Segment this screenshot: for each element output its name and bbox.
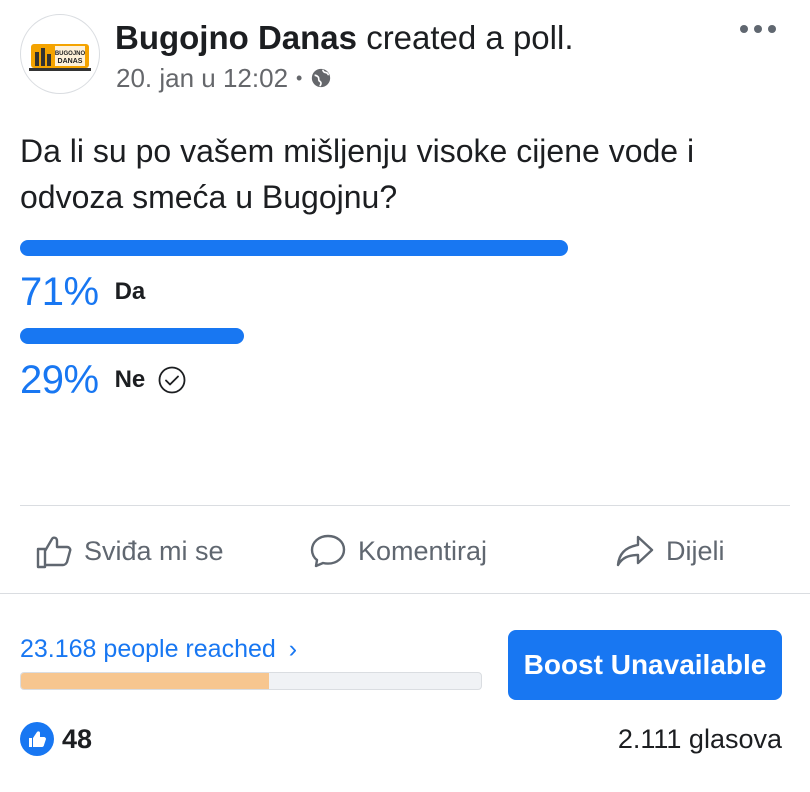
meta-separator: • <box>296 68 303 88</box>
share-button[interactable]: Dijeli <box>614 528 725 574</box>
thumbs-up-icon <box>36 536 72 569</box>
thumbs-up-icon <box>29 731 46 747</box>
more-options-button[interactable] <box>736 16 780 42</box>
like-button[interactable]: Sviđa mi se <box>34 528 224 574</box>
poll-bar-track-da <box>20 240 568 256</box>
comment-icon <box>310 534 346 568</box>
reaction-count[interactable]: 48 <box>62 722 92 756</box>
poll-bar-track-ne <box>20 328 568 344</box>
check-circle-icon <box>158 366 186 394</box>
page-avatar[interactable]: BUGOJNO DANAS <box>20 14 100 94</box>
post-timestamp[interactable]: 20. jan u 12:02 <box>116 62 288 94</box>
more-dot <box>768 25 776 33</box>
globe-icon[interactable] <box>310 67 332 89</box>
like-button-label: Sviđa mi se <box>84 535 224 566</box>
divider <box>20 505 790 506</box>
post-action-text: created a poll. <box>366 19 574 56</box>
page-logo: BUGOJNO DANAS <box>29 44 91 71</box>
poll-label-da: Da <box>114 278 146 305</box>
section-divider <box>0 593 810 594</box>
reach-progress-fill <box>21 673 270 689</box>
post-header: Bugojno Danas created a poll. <box>115 18 574 58</box>
reach-progress-bar <box>20 672 482 690</box>
poll-option-da[interactable]: 71% Da <box>20 270 145 314</box>
like-reaction-icon[interactable] <box>20 722 54 756</box>
more-dot <box>740 25 748 33</box>
poll-option-ne[interactable]: 29% Ne <box>20 358 187 402</box>
page-name-link[interactable]: Bugojno Danas <box>115 19 357 56</box>
post-meta: 20. jan u 12:02 • <box>116 62 332 94</box>
poll-bar-ne <box>20 328 244 344</box>
poll-percent-da: 71% <box>20 270 99 314</box>
people-reached-text: 23.168 people reached <box>20 635 276 663</box>
svg-text:DANAS: DANAS <box>58 58 83 65</box>
chevron-right-icon: › <box>288 635 298 663</box>
more-dot <box>754 25 762 33</box>
poll-percent-ne: 29% <box>20 358 99 402</box>
comment-button[interactable]: Komentiraj <box>308 528 487 574</box>
people-reached-link[interactable]: 23.168 people reached › <box>20 632 297 666</box>
poll-question: Da li su po vašem mišljenju visoke cijen… <box>20 133 695 215</box>
svg-text:BUGOJNO: BUGOJNO <box>55 51 86 57</box>
vote-count[interactable]: 2.111 glasova <box>618 722 782 756</box>
comment-button-label: Komentiraj <box>358 535 488 566</box>
poll-label-ne: Ne <box>114 366 146 393</box>
share-arrow-icon <box>616 535 654 567</box>
share-button-label: Dijeli <box>666 535 725 566</box>
boost-button[interactable]: Boost Unavailable <box>508 630 782 700</box>
poll-bar-da <box>20 240 568 256</box>
